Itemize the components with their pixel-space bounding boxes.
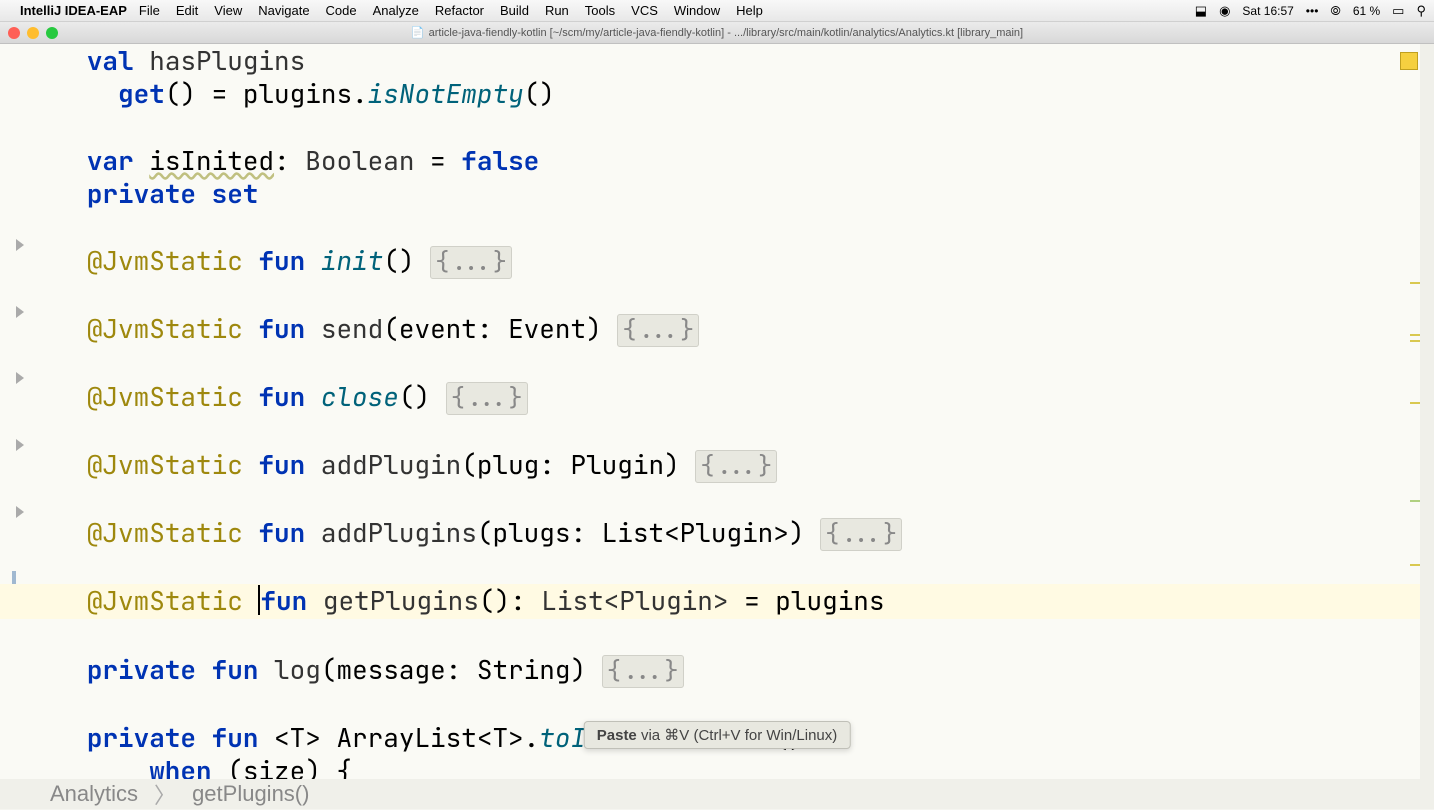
menu-tools[interactable]: Tools [585,3,615,18]
breadcrumb-class[interactable]: Analytics [50,781,138,807]
siri-icon[interactable]: ◉ [1219,3,1230,19]
menu-run[interactable]: Run [545,3,569,18]
breadcrumb-bar: Analytics 〉 getPlugins() [0,779,1434,809]
warning-marker[interactable] [1410,282,1420,284]
app-name[interactable]: IntelliJ IDEA-EAP [20,3,127,18]
macos-menu-bar: IntelliJ IDEA-EAP File Edit View Navigat… [0,0,1434,22]
editor-gutter[interactable] [0,44,40,779]
menu-edit[interactable]: Edit [176,3,198,18]
menu-build[interactable]: Build [500,3,529,18]
clock[interactable]: Sat 16:57 [1242,4,1293,18]
analysis-indicator-icon[interactable] [1400,52,1418,70]
fold-region[interactable]: {...} [446,382,528,415]
action-hint-popup: Paste via ⌘V (Ctrl+V for Win/Linux) [584,721,851,749]
fold-arrow-icon[interactable] [16,239,24,251]
menu-refactor[interactable]: Refactor [435,3,484,18]
menu-navigate[interactable]: Navigate [258,3,309,18]
menu-window[interactable]: Window [674,3,720,18]
menu-help[interactable]: Help [736,3,763,18]
change-marker[interactable] [1410,500,1420,502]
maximize-window-button[interactable] [46,27,58,39]
vertical-scrollbar[interactable] [1420,44,1434,779]
breadcrumb-method[interactable]: getPlugins() [192,781,309,807]
battery-percent[interactable]: 61 % [1353,4,1380,18]
fold-arrow-icon[interactable] [16,372,24,384]
wifi-icon[interactable]: ⦾ [1330,3,1340,19]
menu-code[interactable]: Code [326,3,357,18]
file-icon: 📄 [411,26,425,39]
chevron-right-icon: 〉 [154,778,176,810]
warning-marker[interactable] [1410,340,1420,342]
battery-icon[interactable]: ▭ [1392,3,1404,19]
editor[interactable]: val hasPlugins get() = plugins.isNotEmpt… [0,44,1434,779]
window-title: 📄 article-java-fiendly-kotlin [~/scm/my/… [411,26,1023,39]
fold-arrow-icon[interactable] [16,439,24,451]
more-icon[interactable]: ••• [1306,4,1319,18]
close-window-button[interactable] [8,27,20,39]
warning-marker[interactable] [1410,334,1420,336]
warning-marker[interactable] [1410,402,1420,404]
fold-arrow-icon[interactable] [16,306,24,318]
fold-region[interactable]: {...} [695,450,777,483]
warning-marker[interactable] [1410,564,1420,566]
error-stripe[interactable] [1408,44,1420,779]
menu-analyze[interactable]: Analyze [373,3,419,18]
code-content[interactable]: val hasPlugins get() = plugins.isNotEmpt… [40,44,1434,779]
fold-region[interactable]: {...} [617,314,699,347]
search-icon[interactable]: ⚲ [1416,3,1426,19]
fold-region[interactable]: {...} [430,246,512,279]
menu-file[interactable]: File [139,3,160,18]
fold-region[interactable]: {...} [602,655,684,688]
menu-vcs[interactable]: VCS [631,3,658,18]
minimize-window-button[interactable] [27,27,39,39]
dropbox-icon[interactable]: ⬓ [1195,3,1207,19]
fold-arrow-icon[interactable] [16,506,24,518]
menu-view[interactable]: View [214,3,242,18]
fold-region[interactable]: {...} [820,518,902,551]
window-title-bar: 📄 article-java-fiendly-kotlin [~/scm/my/… [0,22,1434,44]
